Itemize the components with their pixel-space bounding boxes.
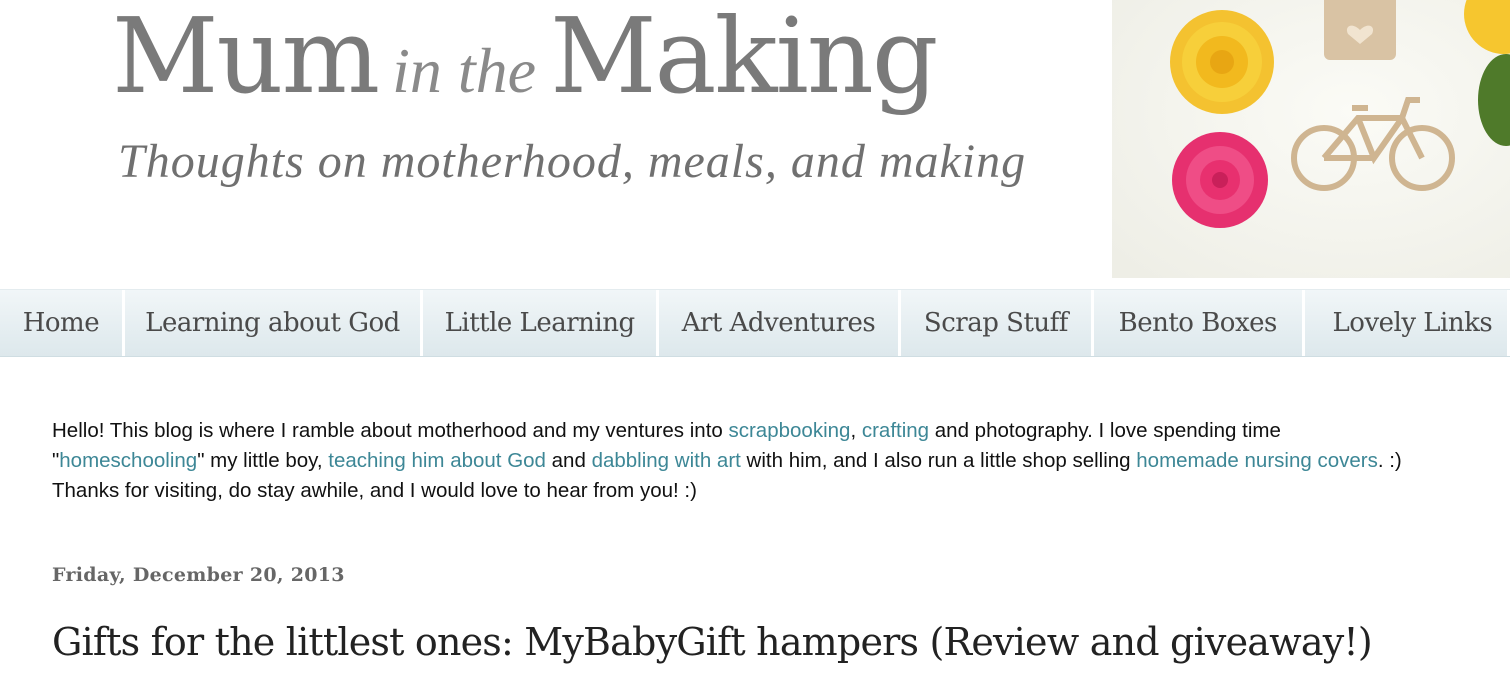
- nav-lovely-links[interactable]: Lovely Links: [1305, 290, 1510, 356]
- link-homeschooling[interactable]: homeschooling: [59, 449, 197, 472]
- nav-scrap-stuff[interactable]: Scrap Stuff: [901, 290, 1094, 356]
- link-scrapbooking[interactable]: scrapbooking: [728, 419, 850, 442]
- pink-flower-icon: [1172, 132, 1268, 228]
- link-homemade-nursing-covers[interactable]: homemade nursing covers: [1136, 449, 1378, 472]
- nav-home[interactable]: Home: [0, 290, 125, 356]
- blog-title-mum: Mum: [112, 0, 380, 117]
- nav-learning-about-god[interactable]: Learning about God: [125, 290, 424, 356]
- intro-text: and: [545, 449, 592, 472]
- intro-text: ,: [850, 419, 862, 442]
- blog-intro: Hello! This blog is where I ramble about…: [52, 416, 1412, 506]
- nav-bento-boxes[interactable]: Bento Boxes: [1094, 290, 1305, 356]
- blog-header[interactable]: Mum in the Making Thoughts on motherhood, …: [0, 0, 1510, 290]
- blog-title-in-the: in the: [392, 35, 537, 106]
- yellow-flower-icon: [1170, 10, 1274, 114]
- intro-text: " my little boy,: [197, 449, 329, 472]
- blog-tagline: Thoughts on motherhood, meals, and makin…: [118, 135, 1027, 188]
- header-decoration-image: [1112, 0, 1510, 278]
- nav-art-adventures[interactable]: Art Adventures: [659, 290, 901, 356]
- wooden-heart-tag-icon: [1324, 0, 1396, 60]
- nav-little-learning[interactable]: Little Learning: [423, 290, 660, 356]
- top-navigation: Home Learning about God Little Learning …: [0, 289, 1510, 357]
- link-dabbling-with-art[interactable]: dabbling with art: [592, 449, 741, 472]
- post-date: Friday, December 20, 2013: [52, 564, 345, 586]
- blog-title[interactable]: Mum in the Making: [112, 0, 938, 112]
- post-title-link[interactable]: Gifts for the littlest ones: MyBabyGift …: [52, 620, 1373, 664]
- intro-text: Hello! This blog is where I ramble about…: [52, 419, 729, 442]
- intro-text: with him, and I also run a little shop s…: [740, 449, 1137, 472]
- link-crafting[interactable]: crafting: [862, 419, 929, 442]
- link-teaching-him-about-god[interactable]: teaching him about God: [328, 449, 546, 472]
- blog-title-making: Making: [550, 0, 938, 117]
